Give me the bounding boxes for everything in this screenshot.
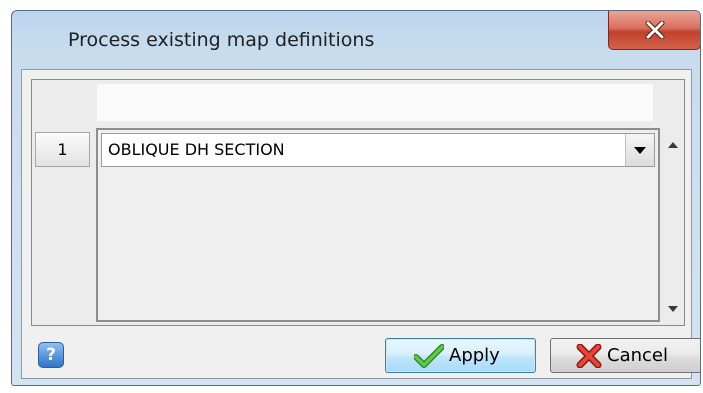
- grid-body: OBLIQUE DH SECTION: [96, 128, 660, 322]
- dialog-title: Process existing map definitions: [68, 29, 375, 51]
- grid-column-header: [97, 84, 653, 121]
- dialog-client-area: 1 OBLIQUE DH SECTION ? Apply Cancel: [21, 69, 700, 379]
- chevron-down-icon: [634, 147, 646, 154]
- help-question-icon: ?: [46, 345, 56, 365]
- scroll-down-arrow-icon[interactable]: [668, 306, 678, 312]
- row-number-header[interactable]: 1: [35, 132, 90, 167]
- checkmark-icon: [414, 344, 444, 368]
- row-number: 1: [57, 140, 68, 159]
- cancel-label: Cancel: [607, 345, 668, 366]
- help-button[interactable]: ?: [38, 342, 64, 368]
- map-definitions-grid: 1 OBLIQUE DH SECTION: [31, 79, 685, 326]
- apply-label: Apply: [449, 345, 500, 366]
- dropdown-button[interactable]: [625, 134, 654, 166]
- title-bar[interactable]: Process existing map definitions: [12, 11, 700, 69]
- red-x-icon: [576, 344, 602, 368]
- cancel-button[interactable]: Cancel: [550, 338, 700, 373]
- vertical-scrollbar[interactable]: [664, 132, 682, 322]
- map-definition-select[interactable]: OBLIQUE DH SECTION: [101, 133, 655, 167]
- close-x-icon: [645, 21, 665, 39]
- dialog-window: Process existing map definitions 1 OBLIQ…: [11, 10, 701, 386]
- apply-button[interactable]: Apply: [385, 338, 536, 373]
- close-button[interactable]: [608, 11, 700, 50]
- scroll-up-arrow-icon[interactable]: [668, 142, 678, 148]
- map-definition-value: OBLIQUE DH SECTION: [108, 140, 285, 159]
